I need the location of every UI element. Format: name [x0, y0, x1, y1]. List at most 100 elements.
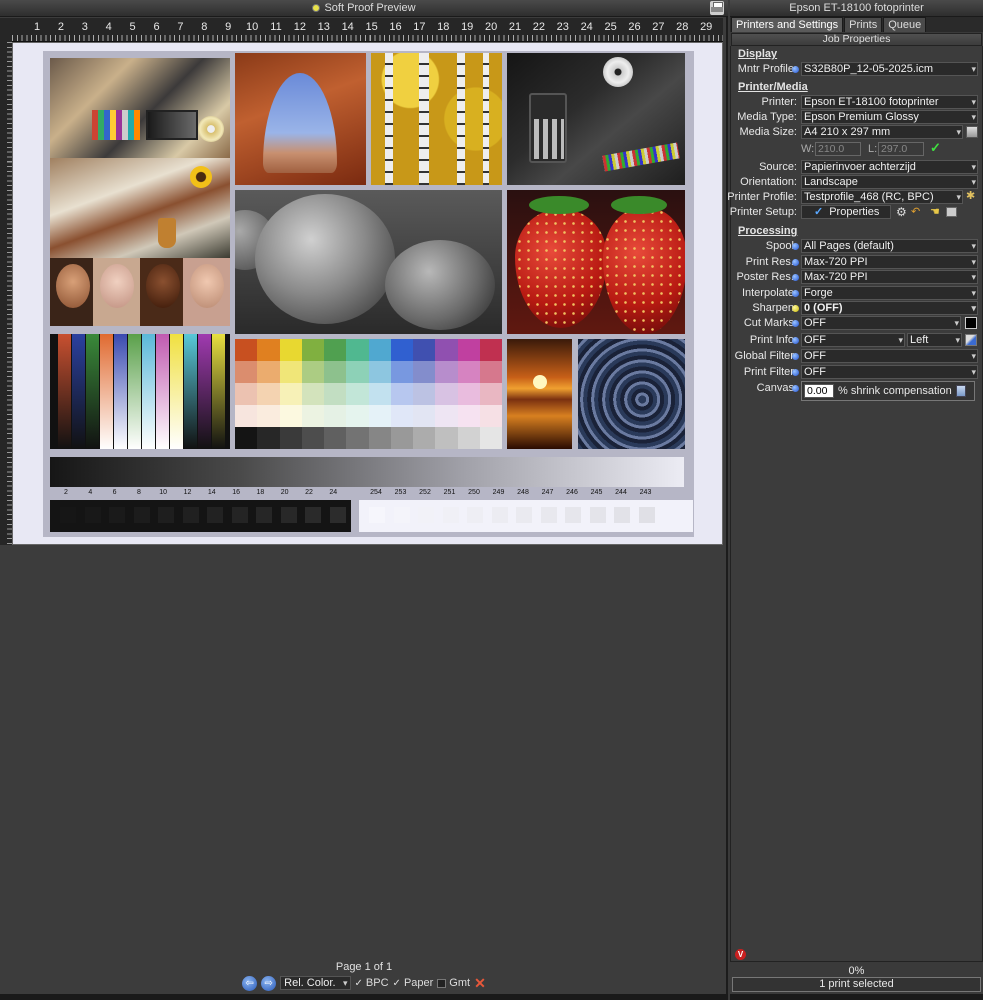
gradient-label: 12 — [183, 489, 192, 496]
birch-trunk — [483, 53, 489, 185]
color-swatch — [457, 427, 481, 449]
tab-printers-and-settings[interactable]: Printers and Settings — [731, 17, 844, 32]
tab-prints[interactable]: Prints — [844, 17, 883, 32]
print-info-position-select[interactable]: Left — [907, 333, 962, 347]
ruler-number: 20 — [484, 21, 498, 33]
rendering-intent-select[interactable]: Rel. Color. — [280, 976, 351, 990]
color-bar — [184, 334, 197, 449]
tools-icon[interactable]: ✱ — [966, 190, 978, 202]
ruler-number: 24 — [580, 21, 593, 33]
version-badge-icon[interactable]: V — [735, 949, 746, 960]
paper-preview[interactable]: 2 4 6 8 10 12 14 16 18 20 22 24 254 253 252 251 250 249 24… — [12, 42, 723, 545]
section-printer-media[interactable]: Printer/Media — [738, 81, 808, 93]
media-size-select[interactable]: A4 210 x 297 mm — [801, 125, 963, 139]
poster-res-select[interactable]: Max-720 PPI — [801, 270, 978, 284]
gradient-labels: 2 4 6 8 10 12 14 16 18 20 22 24 254 253 252 251 250 249 24… — [50, 489, 684, 499]
ruler-number: 12 — [293, 21, 307, 33]
shrink-compensation-field[interactable]: 0.00 — [804, 384, 834, 398]
monitor-profile-select[interactable]: S32B80P_12-05-2025.icm — [801, 62, 978, 76]
printer-profile-select[interactable]: Testprofile_468 (RC, BPC) — [801, 190, 963, 204]
gradient-label: 249 — [492, 489, 505, 496]
interpolate-select[interactable]: Forge — [801, 286, 978, 300]
option-bullet-icon — [792, 274, 799, 281]
ruler-number: 9 — [225, 21, 232, 33]
light-patch-square — [418, 507, 434, 523]
panel-tabs: Printers and Settings Prints Queue — [730, 17, 983, 32]
hand-icon[interactable]: ☚ — [930, 206, 942, 218]
next-page-button[interactable]: ⇨ — [261, 975, 277, 991]
gradient-label: 247 — [541, 489, 554, 496]
dark-patch-square — [231, 507, 248, 523]
color-swatch — [390, 405, 414, 428]
row-media-size: Media Size: A4 210 x 297 mm — [731, 125, 982, 140]
bpc-checkbox[interactable]: ✓ BPC — [355, 977, 389, 989]
color-swatch — [435, 405, 458, 428]
printer-select[interactable]: Epson ET-18100 fotoprinter — [801, 95, 978, 109]
gradient-label: 251 — [443, 489, 456, 496]
dark-patch-square — [207, 507, 223, 523]
color-swatch — [324, 361, 347, 384]
global-filter-select[interactable]: OFF — [801, 349, 978, 363]
media-type-select[interactable]: Epson Premium Glossy — [801, 110, 978, 124]
color-bar — [212, 334, 225, 449]
section-processing[interactable]: Processing — [738, 225, 797, 237]
section-display[interactable]: Display — [738, 48, 777, 60]
cut-marks-select[interactable]: OFF — [801, 316, 961, 330]
cd-disc — [198, 116, 224, 142]
strawberry — [603, 208, 685, 334]
save-settings-icon[interactable] — [946, 207, 957, 217]
gradient-label: 24 — [329, 489, 338, 496]
orientation-select[interactable]: Landscape — [801, 175, 978, 189]
confirm-check-icon[interactable]: ✓ — [930, 140, 941, 156]
page-setup-icon[interactable] — [966, 126, 978, 138]
undo-icon[interactable]: ↶ — [911, 206, 923, 218]
gamut-checkbox[interactable]: Gmt — [437, 977, 470, 989]
color-swatch — [413, 427, 436, 449]
row-global-filter: Global Filter: OFF — [731, 349, 982, 364]
color-swatch — [346, 427, 369, 449]
color-swatch — [413, 383, 436, 406]
color-swatch — [301, 427, 325, 449]
progress-percentage: 0% — [848, 965, 865, 977]
preview-bottom-bar — [0, 994, 728, 1000]
light-patch-square — [614, 507, 630, 523]
face-4 — [190, 264, 224, 308]
job-properties-header[interactable]: Job Properties — [731, 33, 982, 46]
color-swatch — [435, 427, 458, 449]
print-filter-select[interactable]: OFF — [801, 365, 978, 379]
length-field[interactable]: 297.0 — [878, 142, 924, 156]
gear-icon[interactable]: ⚙ — [896, 206, 908, 218]
paper-checkbox[interactable]: ✓ Paper — [393, 977, 434, 989]
row-media-type: Media Type: Epson Premium Glossy — [731, 110, 982, 125]
spool-select[interactable]: All Pages (default) — [801, 239, 978, 253]
font-settings-icon[interactable] — [965, 334, 977, 346]
properties-button[interactable]: ✓ Properties — [801, 205, 891, 219]
gradient-label: 246 — [566, 489, 578, 496]
close-preview-icon[interactable]: ✕ — [474, 976, 486, 990]
tab-queue[interactable]: Queue — [883, 17, 927, 32]
cut-mark-color-swatch[interactable] — [965, 317, 977, 329]
color-swatch — [279, 383, 303, 406]
color-swatch — [235, 405, 258, 428]
light-patch-square — [638, 507, 655, 523]
color-swatch — [257, 405, 280, 428]
color-bar — [100, 334, 113, 449]
canvas-options-icon[interactable] — [956, 385, 966, 397]
dark-patch-square — [256, 507, 272, 523]
color-swatch — [301, 383, 325, 406]
sharpen-select[interactable]: 0 (OFF) — [801, 301, 978, 315]
page-indicator: Page 1 of 1 — [335, 961, 393, 973]
width-field[interactable]: 210.0 — [815, 142, 861, 156]
print-info-select[interactable]: OFF — [801, 333, 905, 347]
source-select[interactable]: Papierinvoer achterzijd — [801, 160, 978, 174]
row-printer-profile: Printer Profile: Testprofile_468 (RC, BP… — [727, 190, 982, 205]
color-swatch — [346, 383, 369, 406]
previous-page-button[interactable]: ⇦ — [242, 975, 258, 991]
color-bar — [170, 334, 183, 449]
check-icon: ✓ — [814, 206, 824, 218]
ruler-number: 8 — [201, 21, 208, 33]
status-bar: 1 print selected — [732, 977, 981, 992]
color-swatch — [346, 405, 369, 428]
print-res-select[interactable]: Max-720 PPI — [801, 255, 978, 269]
printer-icon[interactable] — [710, 1, 724, 15]
